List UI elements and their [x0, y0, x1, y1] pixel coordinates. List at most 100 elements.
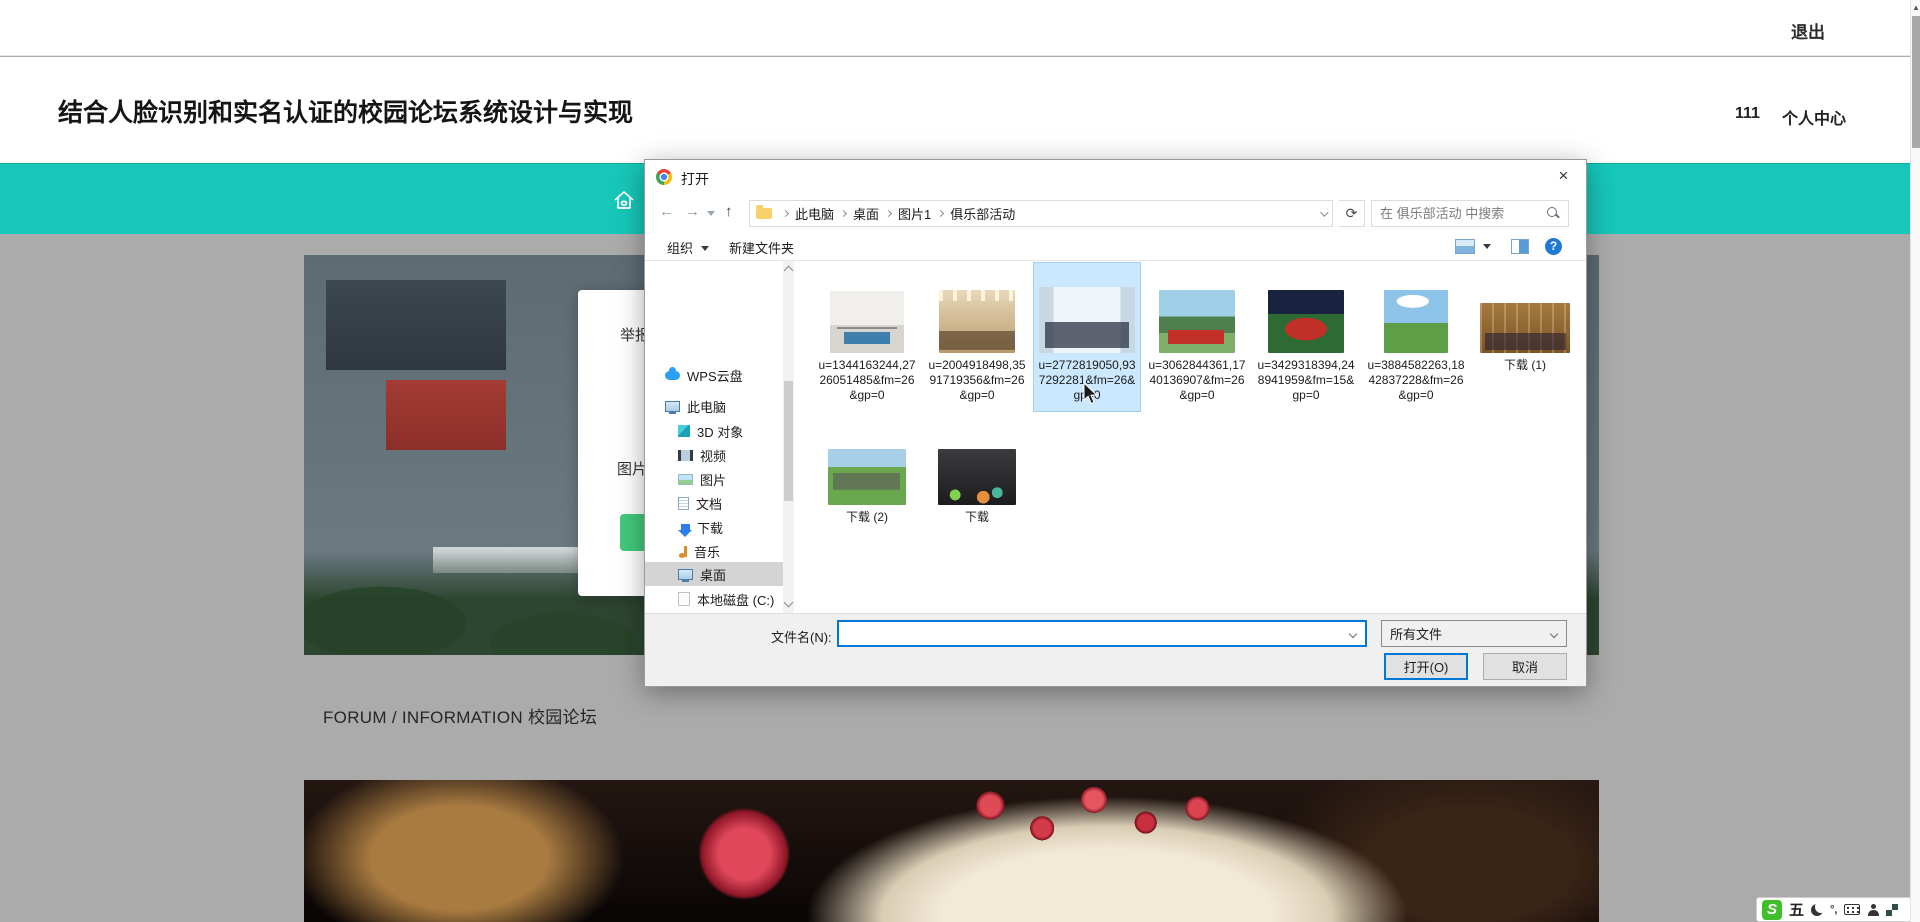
- file-thumbnail: [939, 290, 1015, 353]
- sidebar-item-disk-c[interactable]: 本地磁盘 (C:): [645, 587, 783, 611]
- breadcrumb-desktop[interactable]: 桌面: [853, 204, 879, 223]
- dialog-toolbar: 组织 新建文件夹 ?: [645, 233, 1586, 261]
- sidebar-item-music[interactable]: 音乐: [645, 539, 783, 563]
- keyboard-icon[interactable]: [1844, 904, 1861, 915]
- sidebar-item-videos[interactable]: 视频: [645, 443, 783, 467]
- sidebar-item-label: 此电脑: [687, 399, 727, 415]
- file-item[interactable]: 下载 (1): [1472, 263, 1578, 411]
- dialog-title-bar[interactable]: 打开 ×: [645, 160, 1586, 194]
- site-header: 结合人脸识别和实名认证的校园论坛系统设计与实现 111 个人中心: [0, 57, 1920, 163]
- open-button[interactable]: 打开(O): [1384, 653, 1468, 680]
- close-icon[interactable]: ×: [1541, 160, 1586, 192]
- search-icon[interactable]: [1547, 207, 1560, 220]
- forward-icon[interactable]: →: [685, 203, 700, 220]
- video-icon: [678, 449, 693, 461]
- new-folder-button[interactable]: 新建文件夹: [729, 238, 794, 257]
- breadcrumb-pictures1[interactable]: 图片1: [898, 204, 931, 223]
- filetype-dropdown-chevron-icon: [1549, 629, 1559, 638]
- file-name: 下载: [964, 510, 989, 524]
- file-item[interactable]: u=3429318394,248941959&fm=15&gp=0: [1253, 263, 1359, 411]
- preview-pane-icon[interactable]: [1511, 239, 1529, 254]
- music-icon: [679, 545, 687, 558]
- sidebar-item-3d-objects[interactable]: 3D 对象: [645, 419, 783, 443]
- sidebar-item-label: 3D 对象: [697, 424, 744, 440]
- toolbox-grid-icon[interactable]: [1886, 903, 1899, 916]
- refresh-icon[interactable]: ⟳: [1339, 200, 1365, 227]
- sidebar-item-this-pc[interactable]: 此电脑: [645, 394, 783, 418]
- sidebar-item-downloads[interactable]: 下载: [645, 515, 783, 539]
- file-name: u=2004918498,3591719356&fm=26&gp=0: [928, 358, 1026, 402]
- breadcrumb-this-pc[interactable]: 此电脑: [795, 204, 834, 223]
- sidebar-item-wps-cloud[interactable]: WPS云盘: [645, 363, 783, 387]
- search-input[interactable]: [1372, 206, 1547, 221]
- file-item[interactable]: u=1344163244,2726051485&fm=26&gp=0: [814, 263, 920, 411]
- ime-punctuation-mode[interactable]: °,: [1830, 904, 1837, 916]
- sidebar-scrollbar-thumb[interactable]: [784, 381, 793, 501]
- filename-label: 文件名(N):: [771, 630, 832, 645]
- filename-input[interactable]: [839, 626, 1350, 641]
- organize-menu[interactable]: 组织: [667, 238, 693, 257]
- person-icon[interactable]: [1867, 903, 1879, 916]
- forum-section-heading: FORUM / INFORMATION 校园论坛: [323, 708, 598, 727]
- file-thumbnail: [1039, 287, 1135, 353]
- file-thumbnail: [1480, 303, 1570, 353]
- view-mode-caret-icon[interactable]: [1483, 244, 1491, 249]
- history-chevron-icon[interactable]: [707, 211, 715, 216]
- browser-scrollbar[interactable]: ▲: [1910, 0, 1920, 922]
- back-icon[interactable]: ←: [659, 203, 674, 220]
- sidebar-item-pictures[interactable]: 图片: [645, 467, 783, 491]
- file-thumbnail: [830, 291, 904, 353]
- breadcrumb-club-activities[interactable]: 俱乐部活动: [950, 204, 1015, 223]
- file-name: 下载 (1): [1503, 358, 1546, 372]
- file-name: u=3884582263,1842837228&fm=26&gp=0: [1367, 358, 1465, 402]
- file-name: u=3429318394,248941959&fm=15&gp=0: [1257, 358, 1355, 402]
- ime-wubi-mode[interactable]: 五: [1789, 899, 1804, 920]
- picture-icon: [678, 473, 693, 485]
- file-item[interactable]: u=3884582263,1842837228&fm=26&gp=0: [1363, 263, 1469, 411]
- sidebar-item-desktop[interactable]: 桌面: [645, 562, 783, 586]
- download-icon: [678, 524, 692, 537]
- user-center-link[interactable]: 个人中心: [1782, 105, 1846, 129]
- file-thumbnail: [1159, 290, 1235, 353]
- logout-link[interactable]: 退出: [1791, 18, 1825, 43]
- user-number[interactable]: 111: [1735, 105, 1760, 123]
- file-item[interactable]: u=3062844361,1740136907&fm=26&gp=0: [1144, 263, 1250, 411]
- cancel-button[interactable]: 取消: [1483, 653, 1567, 680]
- sidebar-item-label: 视频: [700, 448, 727, 464]
- dialog-title: 打开: [681, 171, 709, 187]
- scrollbar-thumb[interactable]: [1912, 16, 1920, 148]
- file-thumbnail: [1384, 290, 1448, 353]
- sidebar-item-label: 图片: [700, 472, 727, 488]
- file-item[interactable]: 下载 (2): [814, 415, 920, 563]
- document-icon: [678, 496, 689, 510]
- mouse-cursor: [1083, 382, 1098, 405]
- chevron-right-icon: [781, 209, 790, 218]
- sidebar-item-label: 音乐: [694, 544, 721, 560]
- dialog-address-row: ← → ↑ 此电脑 桌面 图片1 俱乐部活动 ⟳: [645, 194, 1586, 233]
- page-title: 结合人脸识别和实名认证的校园论坛系统设计与实现: [58, 99, 634, 127]
- address-dropdown-chevron-icon[interactable]: [1320, 207, 1329, 217]
- dialog-body: WPS云盘 此电脑 3D 对象 视频 图片 文档 下载 音乐 桌面 本地磁盘 (…: [645, 261, 1586, 613]
- file-item[interactable]: u=2004918498,3591719356&fm=26&gp=0: [924, 263, 1030, 411]
- forum-banner-image: [304, 780, 1599, 922]
- file-thumbnail: [828, 449, 906, 505]
- scrollbar-up-icon[interactable]: ▲: [1912, 3, 1920, 12]
- moon-icon[interactable]: [1811, 904, 1823, 916]
- computer-icon: [665, 400, 680, 414]
- cloud-icon: [665, 366, 680, 380]
- organize-caret-icon[interactable]: [701, 246, 709, 251]
- filename-dropdown-chevron-icon[interactable]: [1348, 629, 1358, 638]
- chevron-right-icon: [839, 209, 848, 218]
- view-mode-icon[interactable]: [1455, 239, 1475, 254]
- help-icon[interactable]: ?: [1545, 238, 1562, 255]
- sogou-logo-icon[interactable]: S: [1762, 899, 1782, 920]
- filetype-select[interactable]: 所有文件: [1381, 620, 1567, 647]
- dialog-footer: 文件名(N): 所有文件 打开(O) 取消: [645, 613, 1586, 686]
- sidebar-item-documents[interactable]: 文档: [645, 491, 783, 515]
- file-item[interactable]: 下载: [924, 415, 1030, 563]
- filetype-value: 所有文件: [1390, 627, 1443, 642]
- browser-top-bar: 退出: [0, 0, 1920, 56]
- home-icon[interactable]: [612, 188, 636, 212]
- up-icon[interactable]: ↑: [725, 203, 733, 220]
- breadcrumb[interactable]: 此电脑 桌面 图片1 俱乐部活动: [749, 200, 1333, 227]
